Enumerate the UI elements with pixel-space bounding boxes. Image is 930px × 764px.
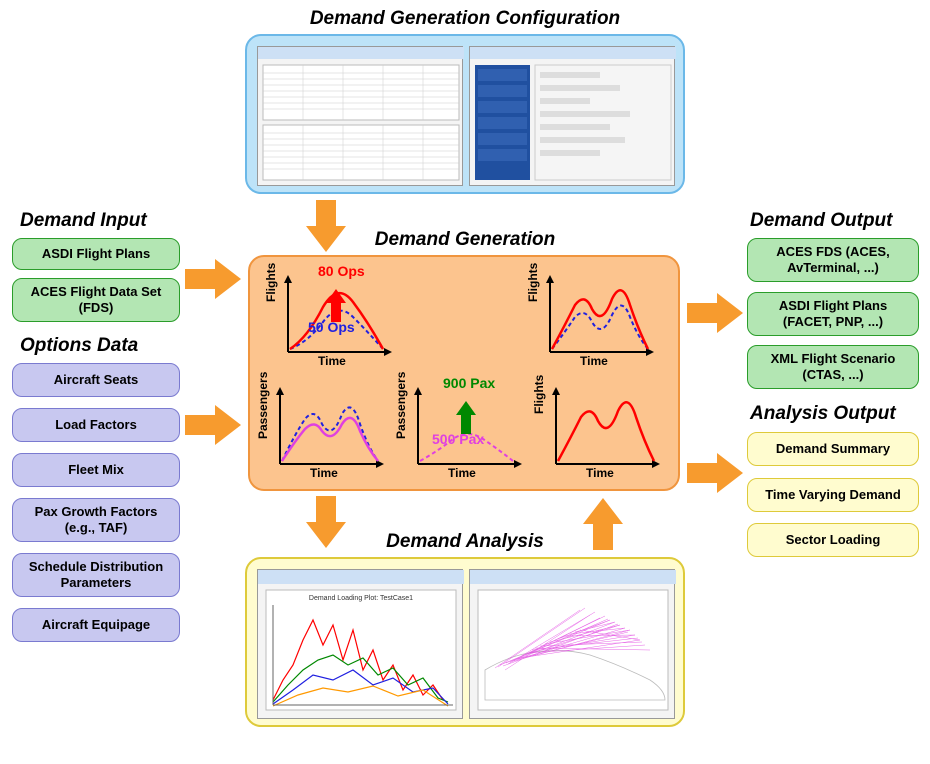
xlabel-time-5: Time [586,466,614,480]
options-data-title: Options Data [20,335,138,357]
arrow-analysis-to-gen [580,496,626,550]
ylabel-flights: Flights [264,263,278,302]
aout-tvd: Time Varying Demand [747,478,919,512]
generation-box: Flights Time 80 Ops 50 Ops Flights Time … [248,255,680,491]
xlabel-time-4: Time [448,466,476,480]
ops50-label: 50 Ops [308,319,355,335]
chart-flights-red: Flights Time [536,379,666,479]
chart-pax2: Passengers Time 900 Pax 500 Pax [398,379,528,479]
chart-ops: Flights Time 80 Ops 50 Ops [268,267,398,367]
opt-pax-growth: Pax Growth Factors (e.g., TAF) [12,498,180,542]
xlabel-time-3: Time [310,466,338,480]
pax900-label: 900 Pax [443,375,495,391]
generation-title: Demand Generation [340,229,590,251]
arrow-config-to-gen [303,200,349,254]
input-asdi: ASDI Flight Plans [12,238,180,270]
pax500-label: 500 Pax [432,431,484,447]
out-xml: XML Flight Scenario (CTAS, ...) [747,345,919,389]
ops80-label: 80 Ops [318,263,365,279]
chart-flights-dual: Flights Time [530,267,660,367]
config-box [245,34,685,194]
ylabel-flights-2: Flights [526,263,540,302]
config-screenshot-right [469,46,675,186]
arrow-options-to-gen [185,402,243,448]
analysis-screenshot-right [469,569,675,719]
out-aces-fds: ACES FDS (ACES, AvTerminal, ...) [747,238,919,282]
out-asdi: ASDI Flight Plans (FACET, PNP, ...) [747,292,919,336]
arrow-gen-to-output [687,290,745,336]
input-aces-fds: ACES Flight Data Set (FDS) [12,278,180,322]
xlabel-time-1: Time [318,354,346,368]
arrow-analysis-to-output [687,450,745,496]
xlabel-time-2: Time [580,354,608,368]
chart-pax1: Passengers Time [260,379,390,479]
opt-fleet: Fleet Mix [12,453,180,487]
ylabel-pax-1: Passengers [256,372,270,439]
ylabel-flights-3: Flights [532,375,546,414]
arrow-gen-to-analysis [303,496,349,550]
analysis-output-title: Analysis Output [750,403,896,425]
ylabel-pax-2: Passengers [394,372,408,439]
opt-seats: Aircraft Seats [12,363,180,397]
config-screenshot-left [257,46,463,186]
analysis-title: Demand Analysis [375,531,555,553]
opt-equipage: Aircraft Equipage [12,608,180,642]
arrow-input-to-gen [185,256,243,302]
opt-load: Load Factors [12,408,180,442]
analysis-screenshot-left: Demand Loading Plot: TestCase1 [257,569,463,719]
analysis-box: Demand Loading Plot: TestCase1 [245,557,685,727]
aout-summary: Demand Summary [747,432,919,466]
aout-sector: Sector Loading [747,523,919,557]
config-title: Demand Generation Configuration [275,8,655,30]
demand-input-title: Demand Input [20,210,147,232]
demand-output-title: Demand Output [750,210,893,232]
svg-text:Demand Loading Plot: TestCase1: Demand Loading Plot: TestCase1 [309,595,413,602]
opt-schedule: Schedule Distribution Parameters [12,553,180,597]
